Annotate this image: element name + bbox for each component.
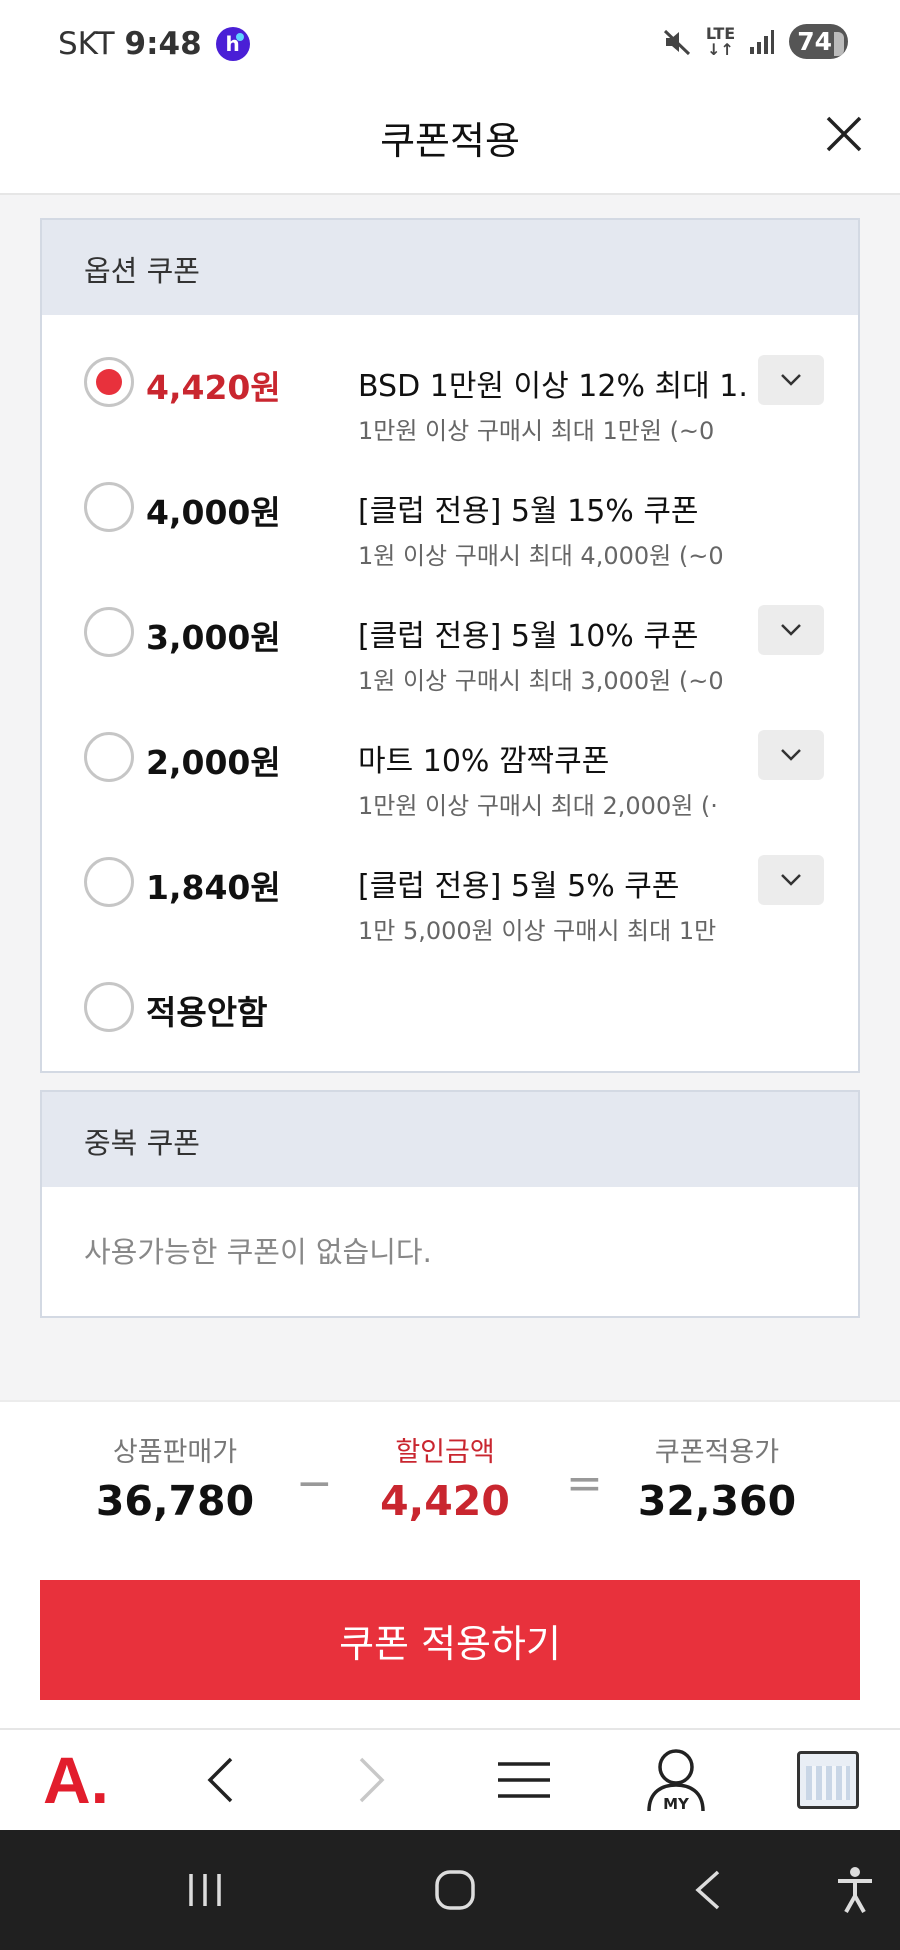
coupon-radio[interactable] [84, 982, 134, 1032]
signal-icon [750, 29, 775, 54]
coupon-title: [클럽 전용] 5월 15% 쿠폰 [358, 494, 699, 529]
coupon-desc: 1만 5,000원 이상 구매시 최대 1만 [358, 917, 717, 945]
coupon-radio[interactable] [84, 482, 134, 532]
home-logo[interactable]: A. [36, 1730, 116, 1830]
coupon-radio[interactable] [84, 857, 134, 907]
my-page-button[interactable]: MY [636, 1730, 716, 1830]
tabs-button[interactable] [788, 1730, 868, 1830]
no-coupon-label: 적용안함 [146, 993, 268, 1032]
coupon-desc: 1만원 이상 구매시 최대 1만원 (~0 [358, 417, 715, 445]
coupon-title: BSD 1만원 이상 12% 최대 1... [358, 369, 748, 404]
expand-button[interactable] [758, 355, 824, 405]
coupon-row-3[interactable]: 3,000원 [클럽 전용] 5월 10% 쿠폰 1원 이상 구매시 최대 3,… [42, 605, 858, 705]
minus-sign: − [296, 1458, 333, 1509]
system-nav-bar [0, 1830, 900, 1950]
close-icon[interactable] [824, 114, 864, 154]
tab-thumbnail [797, 1751, 859, 1809]
status-bar: SKT 9:48 h LTE ↓↑ 74 [0, 0, 900, 92]
forward-button[interactable] [332, 1730, 412, 1830]
user-icon: MY [647, 1749, 705, 1813]
coupon-amount: 1,840원 [146, 868, 281, 907]
accessibility-button[interactable] [820, 1830, 890, 1950]
coupon-desc: 1만원 이상 구매시 최대 2,000원 (· [358, 792, 718, 820]
sale-price-block: 상품판매가 36,780 [80, 1430, 270, 1525]
home-icon [435, 1870, 475, 1910]
coupon-radio-selected[interactable] [84, 357, 134, 407]
chevron-down-icon [781, 874, 801, 886]
recent-apps-icon [189, 1874, 221, 1906]
final-price-label: 쿠폰적용가 [654, 1437, 780, 1468]
chevron-left-icon [207, 1757, 233, 1803]
coupon-amount: 4,000원 [146, 493, 281, 532]
accessibility-icon [838, 1867, 872, 1913]
home-button[interactable] [420, 1830, 490, 1950]
discount-value: 4,420 [380, 1477, 510, 1525]
mute-icon [663, 29, 690, 55]
chevron-down-icon [781, 374, 801, 386]
coupon-amount: 2,000원 [146, 743, 281, 782]
coupon-title: [클럽 전용] 5월 5% 쿠폰 [358, 869, 680, 904]
status-time: 9:48 [124, 26, 202, 62]
option-coupon-panel: 옵션 쿠폰 4,420원 BSD 1만원 이상 12% 최대 1... 1만원 … [40, 218, 860, 1073]
back-button[interactable] [180, 1730, 260, 1830]
expand-button[interactable] [758, 730, 824, 780]
empty-message: 사용가능한 쿠폰이 없습니다. [84, 1235, 432, 1269]
sale-price-label: 상품판매가 [112, 1437, 238, 1468]
discount-label: 할인금액 [395, 1437, 495, 1468]
network-type: LTE ↓↑ [705, 23, 736, 59]
coupon-row-5[interactable]: 1,840원 [클럽 전용] 5월 5% 쿠폰 1만 5,000원 이상 구매시… [42, 855, 858, 955]
status-left: SKT 9:48 h [58, 26, 250, 62]
sale-price-value: 36,780 [95, 1477, 255, 1525]
menu-icon [498, 1762, 550, 1798]
my-label: MY [663, 1795, 690, 1813]
expand-button[interactable] [758, 855, 824, 905]
carrier-label: SKT [58, 26, 115, 62]
system-back-button[interactable] [672, 1830, 742, 1950]
coupon-amount: 4,420원 [146, 368, 281, 407]
coupon-radio[interactable] [84, 732, 134, 782]
coupon-amount: 3,000원 [146, 618, 281, 657]
network-label: LTE [705, 23, 736, 43]
coupon-radio[interactable] [84, 607, 134, 657]
equals-sign: = [566, 1458, 603, 1509]
chevron-down-icon [781, 624, 801, 636]
final-price-block: 쿠폰적용가 32,360 [622, 1430, 812, 1525]
status-right: LTE ↓↑ 74 [662, 24, 848, 59]
duplicate-coupon-heading: 중복 쿠폰 [42, 1092, 858, 1187]
apply-coupon-button[interactable]: 쿠폰 적용하기 [40, 1580, 860, 1700]
header: 쿠폰적용 [0, 92, 900, 195]
coupon-desc: 1원 이상 구매시 최대 3,000원 (~0 [358, 667, 724, 695]
chevron-down-icon [781, 749, 801, 761]
battery-indicator: 74 [789, 24, 848, 59]
coupon-row-4[interactable]: 2,000원 마트 10% 깜짝쿠폰 1만원 이상 구매시 최대 2,000원 … [42, 730, 858, 830]
coupon-row-2[interactable]: 4,000원 [클럽 전용] 5월 15% 쿠폰 1원 이상 구매시 최대 4,… [42, 480, 858, 580]
duplicate-coupon-panel: 중복 쿠폰 사용가능한 쿠폰이 없습니다. [40, 1090, 860, 1318]
recent-apps-button[interactable] [170, 1830, 240, 1950]
page-title: 쿠폰적용 [380, 119, 520, 163]
coupon-row-none[interactable]: 적용안함 [42, 980, 858, 1080]
discount-block: 할인금액 4,420 [350, 1430, 540, 1525]
chevron-right-icon [359, 1757, 385, 1803]
coupon-title: [클럽 전용] 5월 10% 쿠폰 [358, 619, 699, 654]
coupon-title: 마트 10% 깜짝쿠폰 [358, 744, 610, 779]
coupon-row-1[interactable]: 4,420원 BSD 1만원 이상 12% 최대 1... 1만원 이상 구매시… [42, 355, 858, 455]
price-summary: 상품판매가 36,780 − 할인금액 4,420 = 쿠폰적용가 32,360… [0, 1400, 900, 1728]
notification-app-icon: h [215, 27, 250, 61]
back-icon [695, 1870, 720, 1910]
coupon-desc: 1원 이상 구매시 최대 4,000원 (~0 [358, 542, 724, 570]
option-coupon-heading: 옵션 쿠폰 [42, 220, 858, 315]
expand-button[interactable] [758, 605, 824, 655]
browser-bottom-nav: A. MY [0, 1728, 900, 1830]
menu-button[interactable] [484, 1730, 564, 1830]
final-price-value: 32,360 [637, 1477, 797, 1525]
